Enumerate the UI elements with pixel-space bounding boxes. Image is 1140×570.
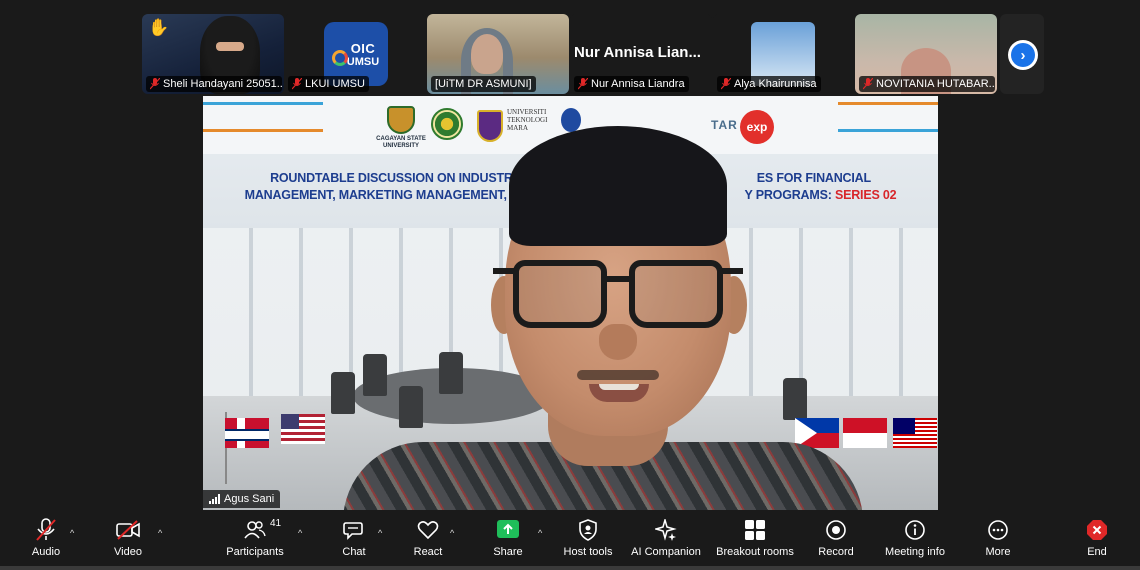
participant-nametag: LKUI UMSU <box>288 76 369 92</box>
ai-companion-button[interactable]: AI Companion <box>628 516 704 566</box>
shield-icon <box>578 516 598 544</box>
participant-name: Sheli Handayani 25051... <box>163 78 282 90</box>
chat-label: Chat <box>342 546 366 558</box>
react-options-caret[interactable]: ^ <box>450 528 454 538</box>
glasses-temple <box>493 268 515 274</box>
participant-name: NOVITANIA HUTABAR... <box>876 78 995 90</box>
participants-label: Participants <box>226 546 284 558</box>
participants-options-caret[interactable]: ^ <box>298 528 302 538</box>
participant-name: [UiTM DR ASMUNI] <box>435 78 532 90</box>
info-icon <box>904 516 926 544</box>
video-label: Video <box>114 546 142 558</box>
speaker-mouth <box>589 384 649 402</box>
participant-name: LKUI UMSU <box>305 78 365 90</box>
usa-flag <box>281 414 325 444</box>
react-label: React <box>413 546 443 558</box>
zoom-meeting-window: ✋ Sheli Handayani 25051... OIC UMSU LKUI… <box>0 0 1140 570</box>
participant-name: Nur Annisa Liandra <box>591 78 685 90</box>
host-tools-button[interactable]: Host tools <box>560 516 616 566</box>
participant-nametag: Nur Annisa Liandra <box>574 76 689 92</box>
muted-microphone-icon <box>35 516 57 544</box>
end-label: End <box>1087 546 1107 558</box>
participant-tile[interactable]: Alya Khairunnisa <box>713 14 855 94</box>
audio-options-caret[interactable]: ^ <box>70 528 74 538</box>
react-button[interactable]: React <box>410 516 446 566</box>
participant-tile[interactable]: NOVITANIA HUTABAR... <box>855 14 997 94</box>
glasses-lens <box>513 260 607 328</box>
share-options-caret[interactable]: ^ <box>538 528 542 538</box>
participant-tile[interactable]: OIC UMSU LKUI UMSU <box>284 14 426 94</box>
host-tools-label: Host tools <box>563 546 613 558</box>
record-icon <box>825 516 847 544</box>
heart-icon <box>417 516 439 544</box>
participant-nametag: NOVITANIA HUTABAR... <box>859 76 995 92</box>
record-label: Record <box>818 546 854 558</box>
avatar-text: OIC <box>350 40 376 56</box>
share-label: Share <box>493 546 523 558</box>
participant-name: Alya Khairunnisa <box>734 78 817 90</box>
more-label: More <box>985 546 1011 558</box>
signal-strength-icon <box>209 494 220 504</box>
muted-mic-icon <box>578 78 588 90</box>
chat-icon <box>343 516 365 544</box>
breakout-rooms-label: Breakout rooms <box>716 546 794 558</box>
glasses-lens <box>629 260 723 328</box>
raised-hand-icon: ✋ <box>148 18 170 37</box>
record-button[interactable]: Record <box>816 516 856 566</box>
norway-flag <box>225 418 269 448</box>
breakout-rooms-icon <box>744 516 766 544</box>
muted-mic-icon <box>863 78 873 90</box>
participant-tile[interactable]: ✋ Sheli Handayani 25051... <box>142 14 284 94</box>
audio-label: Audio <box>31 546 61 558</box>
participants-button[interactable]: 41 Participants <box>222 516 288 566</box>
ai-companion-label: AI Companion <box>631 546 701 558</box>
next-participants-button[interactable]: › <box>1008 40 1038 70</box>
more-button[interactable]: More <box>980 516 1016 566</box>
audio-button[interactable]: Audio <box>28 516 64 566</box>
participant-strip: ✋ Sheli Handayani 25051... OIC UMSU LKUI… <box>0 0 1140 96</box>
more-icon <box>987 516 1009 544</box>
end-meeting-button[interactable]: End <box>1082 516 1112 566</box>
meeting-info-button[interactable]: Meeting info <box>880 516 950 566</box>
video-options-caret[interactable]: ^ <box>158 528 162 538</box>
decorative-lines <box>203 102 323 132</box>
speaker-name: Agus Sani <box>224 493 275 505</box>
participant-display-name: Nur Annisa Lian... <box>574 44 701 61</box>
sparkle-icon <box>655 516 677 544</box>
participant-nametag: [UiTM DR ASMUNI] <box>431 76 536 92</box>
video-button[interactable]: Video <box>110 516 146 566</box>
speaker-person <box>343 126 863 510</box>
end-x-icon <box>1086 516 1108 544</box>
oic-logo-icon <box>332 50 348 66</box>
participant-tile[interactable]: [UiTM DR ASMUNI] <box>427 14 569 94</box>
chat-button[interactable]: Chat <box>336 516 372 566</box>
participant-nametag: Sheli Handayani 25051... <box>146 76 282 92</box>
speaker-nose <box>599 324 637 360</box>
muted-mic-icon <box>721 78 731 90</box>
share-button[interactable]: Share <box>490 516 526 566</box>
glasses-temple <box>721 268 743 274</box>
active-speaker-video[interactable]: CAGAYAN STATE UNIVERSITY UNIVERSITI TEKN… <box>203 96 938 510</box>
speaker-nametag: Agus Sani <box>203 490 281 508</box>
participants-count: 41 <box>270 518 282 529</box>
taskbar-edge <box>0 566 1140 570</box>
participant-nametag: Alya Khairunnisa <box>717 76 821 92</box>
chevron-right-icon: › <box>1011 43 1035 67</box>
participants-icon: 41 <box>244 516 281 544</box>
muted-mic-icon <box>292 78 302 90</box>
meeting-toolbar: Audio ^ Video ^ 41 Participants ^ Chat ^ <box>0 510 1140 570</box>
video-off-icon <box>115 516 141 544</box>
malaysia-flag <box>893 418 937 448</box>
speaker-hair <box>509 126 727 246</box>
participant-tile[interactable]: Nur Annisa Lian... Nur Annisa Liandra <box>570 14 712 94</box>
avatar-text: UMSU <box>346 55 380 68</box>
share-screen-icon <box>496 516 520 544</box>
meeting-info-label: Meeting info <box>885 546 945 558</box>
chat-options-caret[interactable]: ^ <box>378 528 382 538</box>
muted-mic-icon <box>150 78 160 90</box>
breakout-rooms-button[interactable]: Breakout rooms <box>712 516 798 566</box>
speaker-mustache <box>577 370 659 380</box>
glasses-bridge <box>605 276 631 282</box>
